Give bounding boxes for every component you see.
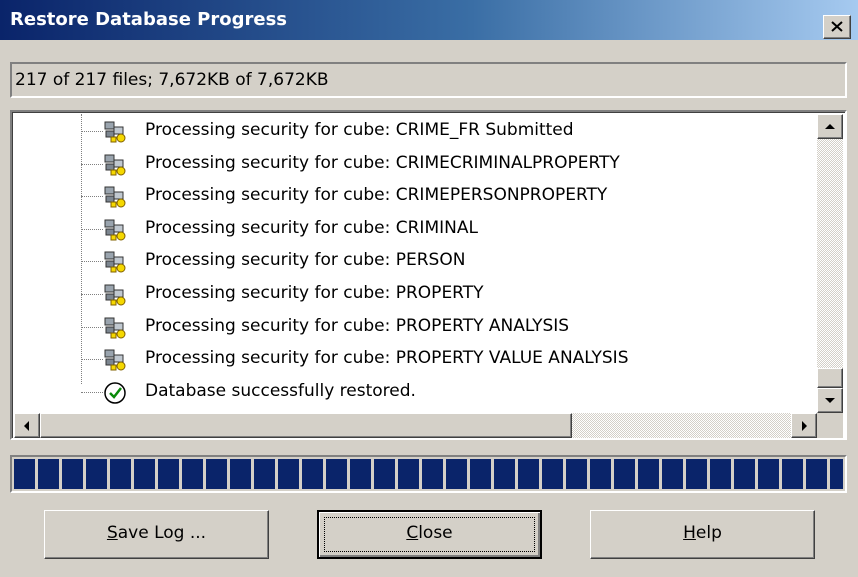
scroll-up-button[interactable] [817,114,843,139]
scroll-right-button[interactable] [791,413,817,438]
arrow-up-icon [825,124,835,129]
close-button[interactable]: Close [317,510,542,559]
log-item[interactable]: Processing security for cube: CRIMEPERSO… [14,180,814,212]
window-close-button[interactable] [823,15,851,39]
vertical-scrollbar[interactable] [817,114,843,413]
log-item[interactable]: Processing security for cube: CRIMINAL [14,213,814,245]
tree-line [81,326,103,328]
status-text: 217 of 217 files; 7,672KB of 7,672KB [15,70,329,90]
log-item-label: Processing security for cube: CRIMEPERSO… [145,185,608,206]
tree-line [81,294,103,295]
log-item[interactable]: Database successfully restored. [14,376,814,408]
save-log-button[interactable]: Save Log ... [44,510,269,559]
scrollbar-corner [817,413,843,438]
log-item[interactable]: Processing security for cube: CRIME_FR S… [14,115,814,147]
log-item-label: Processing security for cube: CRIME_FR S… [145,120,574,140]
save-log-mnemonic: S [106,523,118,543]
tree-line [81,131,103,132]
cubes-icon [102,184,128,208]
window-title: Restore Database Progress [10,9,287,30]
tree-line [81,391,103,393]
scroll-track[interactable] [817,139,843,388]
cubes-icon [102,119,128,143]
tree-line [81,228,103,230]
log-item[interactable]: Processing security for cube: PROPERTY V… [14,343,814,375]
cubes-icon [102,217,128,241]
help-label: elp [695,523,722,543]
cubes-icon [102,315,128,339]
horizontal-scrollbar[interactable] [14,413,817,438]
scroll-down-button[interactable] [817,388,843,413]
cubes-icon [102,347,128,371]
log-item-label: Processing security for cube: PROPERTY V… [145,348,629,369]
vertical-scroll-thumb[interactable] [817,368,843,388]
tree-line [81,359,103,361]
progress-bar [10,455,847,493]
cubes-icon [102,249,128,273]
status-box: 217 of 217 files; 7,672KB of 7,672KB [10,62,847,98]
scroll-left-button[interactable] [14,413,40,438]
log-item-label: Processing security for cube: PROPERTY [145,283,484,303]
log-tree: Processing security for cube: CRIME_FR S… [14,114,815,413]
save-log-label: ave Log ... [117,523,207,543]
cubes-icon [102,152,128,176]
tree-line [81,261,103,263]
log-item[interactable]: Processing security for cube: PROPERTY [14,278,814,310]
log-item-label: Database successfully restored. [145,380,416,401]
title-bar[interactable]: Restore Database Progress [0,0,858,40]
horizontal-scroll-thumb[interactable] [40,413,572,438]
tree-line [81,163,103,165]
cubes-icon [102,282,128,306]
progress-fill [14,459,843,489]
close-icon [831,21,843,32]
log-panel[interactable]: Processing security for cube: CRIME_FR S… [10,110,847,440]
log-item[interactable]: Processing security for cube: CRIMECRIMI… [14,148,814,180]
focus-rectangle [324,517,535,552]
log-item-label: Processing security for cube: CRIMINAL [145,217,478,238]
log-item-label: Processing security for cube: PROPERTY A… [145,315,570,336]
check-circle-icon [102,380,128,404]
help-mnemonic: H [683,523,696,543]
help-button[interactable]: Help [590,510,815,559]
log-item[interactable]: Processing security for cube: PERSON [14,245,814,277]
tree-line [81,196,103,198]
log-item[interactable]: Processing security for cube: PROPERTY A… [14,311,814,343]
arrow-right-icon [802,421,807,431]
arrow-down-icon [825,398,835,403]
log-item-label: Processing security for cube: PERSON [145,250,466,271]
arrow-left-icon [24,421,29,431]
log-item-label: Processing security for cube: CRIMECRIMI… [145,152,620,173]
